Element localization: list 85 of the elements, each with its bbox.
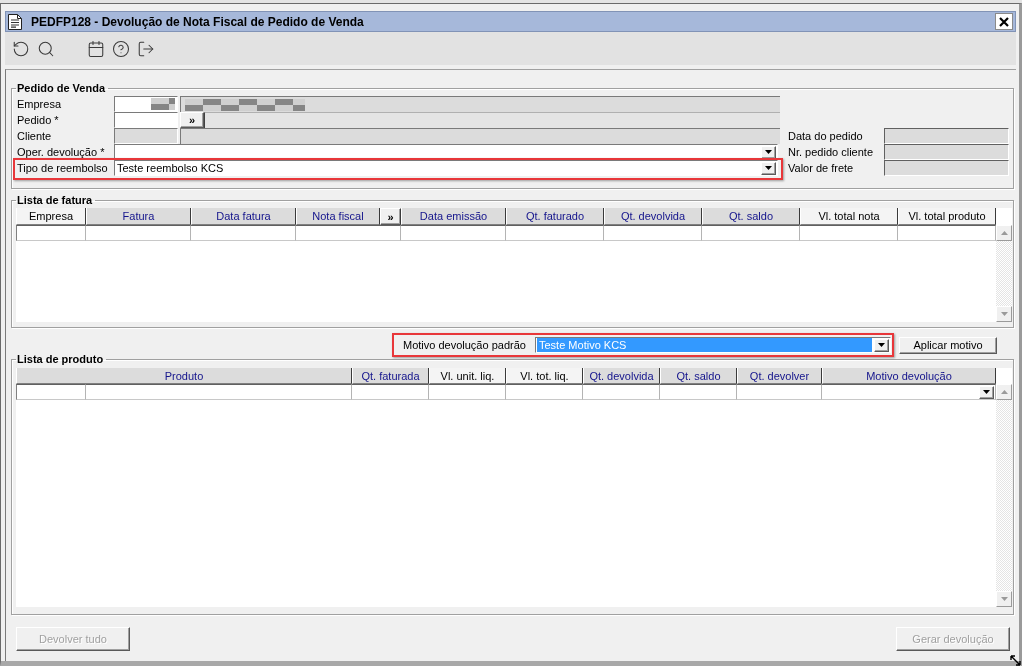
column-header[interactable]: Qt. saldo (660, 368, 737, 384)
caret-down-icon (1000, 597, 1008, 601)
table-cell[interactable] (898, 225, 996, 241)
column-header[interactable]: Qt. devolver (737, 368, 822, 384)
refresh-icon[interactable] (12, 39, 30, 58)
table-cell[interactable] (660, 384, 737, 400)
chevron-button[interactable]: » (180, 112, 204, 128)
code-field[interactable] (114, 96, 178, 112)
table-cell[interactable] (352, 384, 429, 400)
column-header[interactable]: Vl. total produto (898, 208, 996, 225)
column-header[interactable]: Qt. faturada (352, 368, 429, 384)
table-cell[interactable] (401, 225, 506, 241)
dropdown-field[interactable]: Teste reembolso KCS (114, 160, 778, 176)
field-label: Pedido * (17, 113, 60, 128)
chevron-button[interactable]: » (380, 208, 401, 225)
scroll-down-button[interactable] (996, 306, 1012, 322)
scroll-down-button[interactable] (996, 591, 1012, 607)
dropdown-button[interactable] (761, 145, 776, 159)
field-label: Data do pedido (788, 129, 864, 144)
column-header[interactable]: Data fatura (191, 208, 296, 225)
caret-down-icon (878, 343, 885, 347)
caret-up-icon (1000, 231, 1008, 235)
resize-arrow-icon (1010, 655, 1021, 666)
dropdown-button[interactable] (979, 385, 994, 399)
scroll-up-button[interactable] (996, 225, 1012, 241)
caret-down-icon (765, 150, 772, 154)
document-icon (8, 13, 22, 30)
dropdown-button[interactable] (761, 161, 776, 175)
pixelated-block (151, 98, 175, 110)
table-cell[interactable] (506, 225, 604, 241)
column-header[interactable]: Vl. total nota (800, 208, 898, 225)
close-icon (999, 16, 1009, 27)
scrollbar[interactable] (996, 225, 1012, 322)
column-header[interactable]: Fatura (86, 208, 191, 225)
column-header[interactable]: Vl. tot. liq. (506, 368, 583, 384)
table-cell[interactable] (16, 384, 86, 400)
dropdown-value: Teste Motivo KCS (537, 338, 872, 352)
column-header[interactable]: Qt. devolvida (583, 368, 660, 384)
column-header[interactable]: Qt. devolvida (604, 208, 702, 225)
caret-down-icon (983, 390, 990, 394)
dropdown-value: Teste reembolso KCS (117, 161, 225, 175)
field-label: Oper. devolução * (17, 145, 106, 160)
scrollbar[interactable] (996, 384, 1012, 607)
table-cell[interactable] (86, 225, 191, 241)
table-cell[interactable] (702, 225, 800, 241)
column-header[interactable]: Qt. faturado (506, 208, 604, 225)
column-header[interactable]: Motivo devolução (822, 368, 996, 384)
table-cell[interactable] (822, 384, 996, 400)
field-label: Cliente (17, 129, 53, 144)
caret-down-icon (765, 166, 772, 170)
column-header[interactable]: Qt. saldo (702, 208, 800, 225)
code-field[interactable] (114, 112, 178, 128)
table-cell[interactable] (604, 225, 702, 241)
column-header[interactable]: Produto (16, 368, 352, 384)
calendar-icon[interactable] (87, 39, 105, 58)
table-cell[interactable] (296, 225, 401, 241)
group-title: Lista de fatura (16, 194, 94, 207)
column-header[interactable]: Vl. unit. liq. (429, 368, 506, 384)
caret-up-icon (1000, 390, 1008, 394)
column-header[interactable]: Data emissão (401, 208, 506, 225)
column-header[interactable]: Nota fiscal (296, 208, 380, 225)
field-label: Motivo devolução padrão (403, 338, 527, 353)
dropdown-button[interactable] (874, 338, 889, 352)
window-title: PEDFP128 - Devolução de Nota Fiscal de Pedido de Venda (31, 14, 365, 29)
table-cell[interactable] (506, 384, 583, 400)
field-label: Nr. pedido cliente (788, 145, 874, 160)
field-label: Valor de frete (788, 161, 855, 176)
table-cell[interactable] (86, 384, 352, 400)
table-cell[interactable] (16, 225, 86, 241)
search-icon[interactable] (37, 39, 55, 58)
close-button[interactable] (995, 13, 1013, 30)
help-icon[interactable] (112, 39, 130, 58)
group-title: Pedido de Venda (16, 82, 107, 95)
logout-icon[interactable] (137, 39, 155, 58)
table-cell[interactable] (800, 225, 898, 241)
apply-button[interactable]: Aplicar motivo (899, 336, 997, 354)
table-cell[interactable] (429, 384, 506, 400)
column-header[interactable]: Empresa (16, 208, 86, 225)
caret-down-icon (1000, 312, 1008, 316)
field-label: Empresa (17, 97, 63, 112)
table-cell[interactable] (737, 384, 822, 400)
group-title: Lista de produto (16, 353, 105, 366)
table-cell[interactable] (583, 384, 660, 400)
field-label: Tipo de reembolso (17, 161, 109, 176)
table-cell[interactable] (191, 225, 296, 241)
